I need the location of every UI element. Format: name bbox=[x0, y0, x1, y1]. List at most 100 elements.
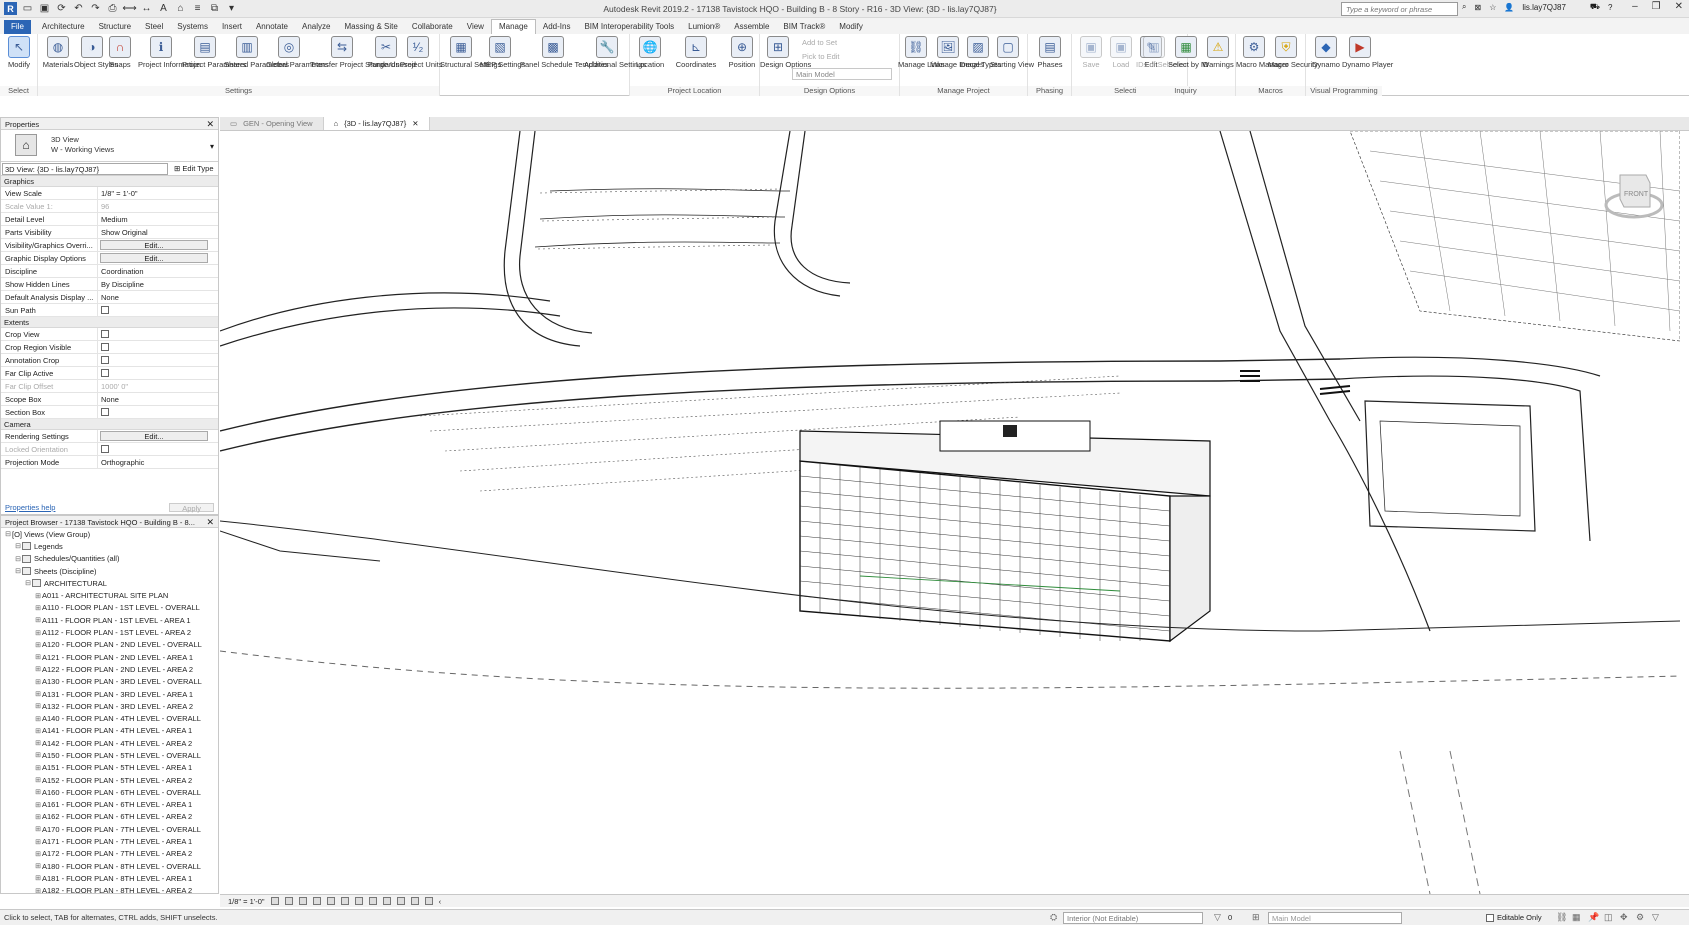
modify-button[interactable]: ↖ Modify bbox=[1, 36, 37, 69]
tree-item[interactable]: ⊞ A120 - FLOOR PLAN - 2ND LEVEL - OVERALL bbox=[1, 639, 218, 651]
tab-bim-track[interactable]: BIM Track® bbox=[776, 20, 832, 34]
property-value[interactable]: 96 bbox=[98, 200, 218, 212]
tree-item[interactable]: ⊞ A150 - FLOOR PLAN - 5TH LEVEL - OVERALL bbox=[1, 749, 218, 761]
search-input[interactable]: Type a keyword or phrase bbox=[1341, 2, 1458, 16]
location-button[interactable]: 🌐 Location bbox=[632, 36, 668, 69]
tree-item[interactable]: ⊞ A152 - FLOOR PLAN - 5TH LEVEL - AREA 2 bbox=[1, 774, 218, 786]
revit-logo-icon[interactable]: R bbox=[4, 2, 17, 15]
tree-item[interactable]: ⊞ A161 - FLOOR PLAN - 6TH LEVEL - AREA 1 bbox=[1, 799, 218, 811]
structural-settings-button[interactable]: ▦ Structural Settings bbox=[440, 36, 501, 69]
select-underlay-icon[interactable]: ▦ bbox=[1572, 913, 1581, 922]
dynamo-player-button[interactable]: ▶ Dynamo Player bbox=[1342, 36, 1393, 69]
expand-toggle-icon[interactable]: ⊞ bbox=[34, 788, 42, 796]
expand-toggle-icon[interactable]: ⊟ bbox=[4, 530, 12, 538]
expand-toggle-icon[interactable]: ⊞ bbox=[34, 813, 42, 821]
save-selection-button[interactable]: ▣ Save bbox=[1076, 36, 1106, 69]
background-process-icon[interactable]: ⚙ bbox=[1636, 913, 1645, 922]
expand-toggle-icon[interactable]: ⊞ bbox=[34, 801, 42, 809]
expand-toggle-icon[interactable]: ⊞ bbox=[34, 702, 42, 710]
dimension-icon[interactable]: ↔ bbox=[140, 2, 153, 15]
tree-item[interactable]: ⊞ A110 - FLOOR PLAN - 1ST LEVEL - OVERALL bbox=[1, 602, 218, 614]
tree-item[interactable]: ⊞ A130 - FLOOR PLAN - 3RD LEVEL - OVERALL bbox=[1, 676, 218, 688]
3d-model-view[interactable] bbox=[220, 131, 1680, 894]
expand-toggle-icon[interactable]: ⊞ bbox=[34, 715, 42, 723]
materials-button[interactable]: ◍ Materials bbox=[40, 36, 76, 69]
expand-toggle-icon[interactable]: ⊞ bbox=[34, 764, 42, 772]
crop-view-icon[interactable] bbox=[340, 897, 349, 905]
editable-only-toggle[interactable]: Editable Only bbox=[1486, 913, 1542, 922]
drag-elements-icon[interactable]: ✥ bbox=[1620, 913, 1629, 922]
panel-schedule-templates-button[interactable]: ▩ Panel Schedule Templates bbox=[520, 36, 609, 69]
coordinates-button[interactable]: ⊾ Coordinates bbox=[672, 36, 720, 69]
design-option-select[interactable]: Main Model bbox=[792, 68, 892, 80]
select-by-face-icon[interactable]: ◫ bbox=[1604, 913, 1613, 922]
expand-toggle-icon[interactable]: ⊞ bbox=[34, 629, 42, 637]
show-crop-icon[interactable] bbox=[354, 897, 363, 905]
expand-toggle-icon[interactable]: ⊞ bbox=[34, 751, 42, 759]
expand-toggle-icon[interactable]: ⊞ bbox=[34, 887, 42, 893]
tab-bim-interoperability-tools[interactable]: BIM Interoperability Tools bbox=[577, 20, 681, 34]
property-checkbox[interactable] bbox=[101, 408, 109, 416]
sun-path-icon[interactable] bbox=[298, 897, 307, 905]
tree-item[interactable]: ⊟ Sheets (Discipline) bbox=[1, 565, 218, 577]
view-tab[interactable]: ▭ GEN - Opening View bbox=[220, 117, 324, 130]
close-tab-icon[interactable]: ✕ bbox=[412, 119, 418, 128]
expand-toggle-icon[interactable]: ⊞ bbox=[34, 604, 42, 612]
tree-item[interactable]: ⊞ A162 - FLOOR PLAN - 6TH LEVEL - AREA 2 bbox=[1, 811, 218, 823]
tree-item[interactable]: ⊞ A141 - FLOOR PLAN - 4TH LEVEL - AREA 1 bbox=[1, 725, 218, 737]
user-icon[interactable]: 👤 bbox=[1504, 3, 1514, 12]
tab-view[interactable]: View bbox=[460, 20, 491, 34]
properties-help-link[interactable]: Properties help bbox=[5, 503, 55, 512]
chevron-down-icon[interactable]: ▾ bbox=[210, 142, 214, 151]
tree-item[interactable]: ⊞ A111 - FLOOR PLAN - 1ST LEVEL - AREA 1 bbox=[1, 614, 218, 626]
filter-icon[interactable]: ▽ bbox=[1214, 913, 1223, 922]
view-scale[interactable]: 1/8" = 1'-0" bbox=[228, 897, 265, 906]
tree-item[interactable]: ⊟ Schedules/Quantities (all) bbox=[1, 553, 218, 565]
edit-button[interactable]: Edit... bbox=[100, 253, 208, 263]
tree-item[interactable]: ⊞ A121 - FLOOR PLAN - 2ND LEVEL - AREA 1 bbox=[1, 651, 218, 663]
property-value[interactable]: Medium bbox=[98, 213, 218, 225]
category-camera[interactable]: Camera bbox=[1, 419, 218, 430]
expand-toggle-icon[interactable]: ⊞ bbox=[34, 592, 42, 600]
tab-collaborate[interactable]: Collaborate bbox=[405, 20, 460, 34]
save-icon[interactable]: ▣ bbox=[38, 2, 51, 15]
edit-type-button[interactable]: ⊞ Edit Type bbox=[174, 164, 214, 173]
close-icon[interactable]: ✕ bbox=[206, 119, 214, 130]
mep-settings-button[interactable]: ▧ MEP Settings bbox=[480, 36, 525, 69]
project-parameters-button[interactable]: ▤ Project Parameters bbox=[182, 36, 246, 69]
tree-item[interactable]: ⊟ ARCHITECTURAL bbox=[1, 577, 218, 589]
restore-icon[interactable]: ❐ bbox=[1652, 1, 1661, 12]
property-checkbox[interactable] bbox=[101, 330, 109, 338]
edit-button[interactable]: Edit... bbox=[100, 431, 208, 441]
property-value[interactable]: 1/8" = 1'-0" bbox=[98, 187, 218, 199]
tree-item[interactable]: ⊞ A112 - FLOOR PLAN - 1ST LEVEL - AREA 2 bbox=[1, 626, 218, 638]
type-selector[interactable]: ⌂ 3D View W - Working Views ▾ bbox=[1, 130, 218, 162]
tab-massing-site[interactable]: Massing & Site bbox=[337, 20, 404, 34]
expand-toggle-icon[interactable]: ⊞ bbox=[34, 727, 42, 735]
tree-item[interactable]: ⊞ A182 - FLOOR PLAN - 8TH LEVEL - AREA 2 bbox=[1, 885, 218, 893]
expand-toggle-icon[interactable]: ⊞ bbox=[34, 678, 42, 686]
additional-settings-button[interactable]: 🔧 Additional Settings bbox=[584, 36, 646, 69]
expand-toggle-icon[interactable]: ⊞ bbox=[34, 838, 42, 846]
tab-analyze[interactable]: Analyze bbox=[295, 20, 337, 34]
expand-toggle-icon[interactable]: ⊞ bbox=[34, 739, 42, 747]
help-icon[interactable]: ? bbox=[1608, 3, 1612, 12]
position-button[interactable]: ⊕ Position bbox=[724, 36, 760, 69]
select-group-label[interactable]: Select bbox=[0, 86, 37, 96]
expand-toggle-icon[interactable]: ⊞ bbox=[34, 776, 42, 784]
starting-view-button[interactable]: ▢ Starting View bbox=[990, 36, 1034, 69]
print-icon[interactable]: ⎙ bbox=[106, 2, 119, 15]
user-name[interactable]: lis.lay7QJ87 bbox=[1522, 3, 1566, 12]
snaps-button[interactable]: ∩ Snaps bbox=[102, 36, 138, 69]
viewcube-face-label[interactable]: FRONT bbox=[1624, 191, 1648, 198]
global-parameters-button[interactable]: ◎ Global Parameters bbox=[266, 36, 329, 69]
expand-toggle-icon[interactable]: ⊞ bbox=[34, 862, 42, 870]
open-icon[interactable]: ▭ bbox=[21, 2, 34, 15]
project-information-button[interactable]: ℹ Project Information bbox=[138, 36, 201, 69]
tab-insert[interactable]: Insert bbox=[215, 20, 249, 34]
tab-lumion[interactable]: Lumion® bbox=[681, 20, 727, 34]
visual-style-icon[interactable] bbox=[284, 897, 293, 905]
shared-parameters-button[interactable]: ▥ Shared Parameters bbox=[224, 36, 289, 69]
dynamo-button[interactable]: ◆ Dynamo bbox=[1308, 36, 1344, 69]
warnings-button[interactable]: ⚠ Warnings bbox=[1200, 36, 1236, 69]
